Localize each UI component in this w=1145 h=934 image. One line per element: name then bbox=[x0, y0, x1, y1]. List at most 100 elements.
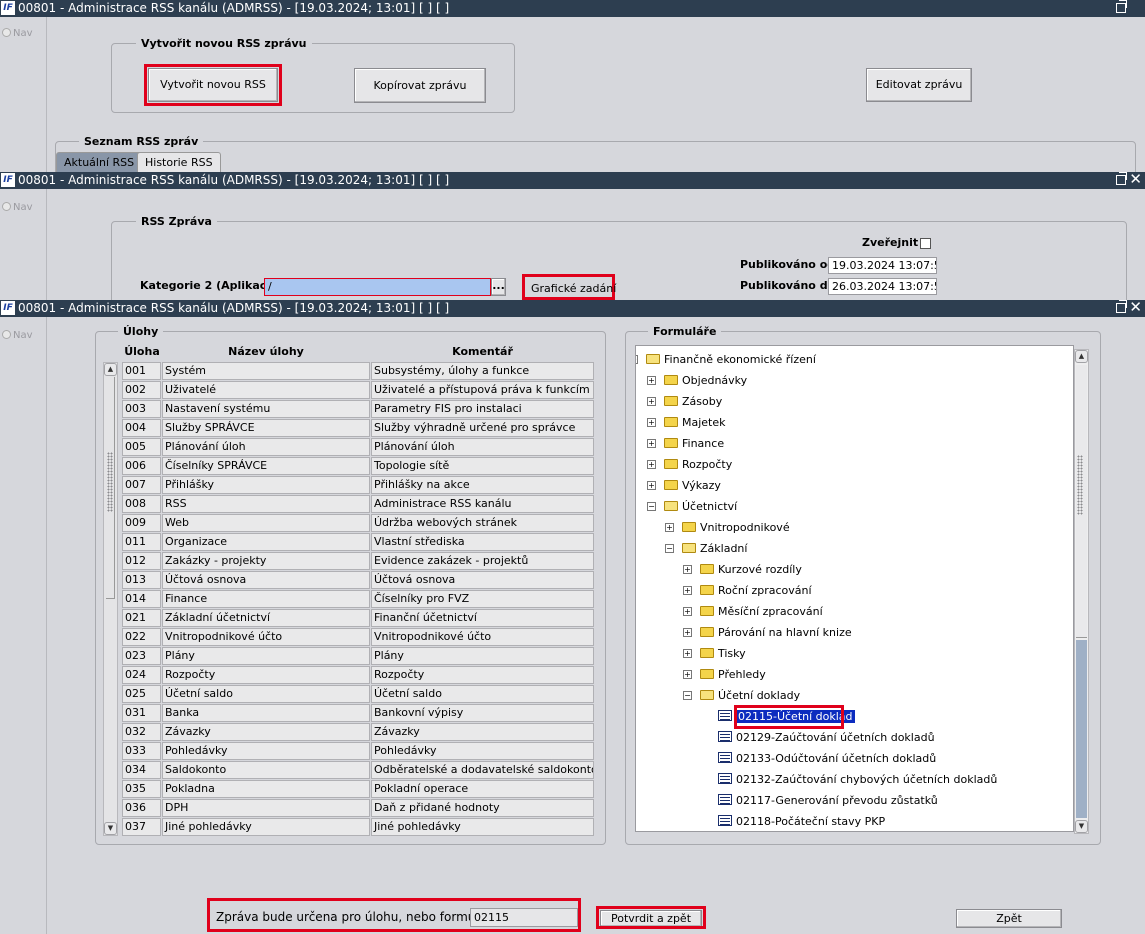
close-icon[interactable]: ✕ bbox=[1129, 300, 1142, 316]
table-row[interactable]: 005 Plánování úloh Plánování úloh bbox=[122, 438, 595, 457]
tree-item-folder[interactable]: + Zásoby bbox=[647, 393, 722, 411]
table-row[interactable]: 024 Rozpočty Rozpočty bbox=[122, 666, 595, 685]
publish-checkbox[interactable] bbox=[920, 238, 931, 249]
back-button[interactable]: Zpět bbox=[956, 909, 1062, 928]
tree-item-folder[interactable]: + Majetek bbox=[647, 414, 726, 432]
expand-icon[interactable]: + bbox=[683, 607, 692, 616]
cell-comment[interactable]: Rozpočty bbox=[371, 666, 594, 684]
tree-item-folder[interactable]: + Objednávky bbox=[647, 372, 747, 390]
forms-tree[interactable]: − Finančně ekonomické řízení + Objednávky + Z… bbox=[635, 345, 1074, 832]
restore-icon[interactable] bbox=[1116, 300, 1127, 313]
expand-icon[interactable]: + bbox=[647, 460, 656, 469]
cell-task-name[interactable]: Jiné pohledávky bbox=[162, 818, 370, 836]
restore-icon[interactable] bbox=[1116, 0, 1127, 13]
scroll-down-icon[interactable]: ▼ bbox=[1075, 820, 1088, 833]
table-row[interactable]: 037 Jiné pohledávky Jiné pohledávky bbox=[122, 818, 595, 837]
tree-item-form[interactable]: 02118-Počáteční stavy PKP bbox=[718, 813, 885, 831]
cell-comment[interactable]: Plány bbox=[371, 647, 594, 665]
cell-task-name[interactable]: Služby SPRÁVCE bbox=[162, 419, 370, 437]
table-row[interactable]: 008 RSS Administrace RSS kanálu bbox=[122, 495, 595, 514]
cell-task-code[interactable]: 011 bbox=[122, 533, 161, 551]
cell-comment[interactable]: Finanční účetnictví bbox=[371, 609, 594, 627]
cell-task-name[interactable]: Číselníky SPRÁVCE bbox=[162, 457, 370, 475]
table-row[interactable]: 035 Pokladna Pokladní operace bbox=[122, 780, 595, 799]
category-lov-button[interactable]: ... bbox=[491, 278, 506, 296]
cell-task-name[interactable]: Účetní saldo bbox=[162, 685, 370, 703]
close-icon[interactable]: ✕ bbox=[1129, 172, 1142, 188]
cell-task-name[interactable]: Plány bbox=[162, 647, 370, 665]
collapse-icon[interactable]: − bbox=[683, 691, 692, 700]
window-1-titlebar[interactable]: IF 00801 - Administrace RSS kanálu (ADMR… bbox=[0, 0, 1145, 17]
cell-task-name[interactable]: Přihlášky bbox=[162, 476, 370, 494]
cell-comment[interactable]: Evidence zakázek - projektů bbox=[371, 552, 594, 570]
cell-task-code[interactable]: 008 bbox=[122, 495, 161, 513]
tab-current-rss[interactable]: Aktuální RSS bbox=[56, 152, 143, 172]
cell-task-code[interactable]: 005 bbox=[122, 438, 161, 456]
cell-task-name[interactable]: Plánování úloh bbox=[162, 438, 370, 456]
scroll-track[interactable] bbox=[1076, 640, 1087, 818]
cell-task-name[interactable]: Rozpočty bbox=[162, 666, 370, 684]
expand-icon[interactable]: + bbox=[647, 418, 656, 427]
cell-task-name[interactable]: Základní účetnictví bbox=[162, 609, 370, 627]
scroll-down-icon[interactable]: ▼ bbox=[104, 822, 117, 835]
cell-comment[interactable]: Plánování úloh bbox=[371, 438, 594, 456]
restore-icon[interactable] bbox=[1116, 172, 1127, 185]
tree-item-folder[interactable]: + Párování na hlavní knize bbox=[683, 624, 852, 642]
expand-icon[interactable]: + bbox=[647, 376, 656, 385]
expand-icon[interactable]: + bbox=[683, 628, 692, 637]
cell-task-name[interactable]: Uživatelé bbox=[162, 381, 370, 399]
tree-item-form[interactable]: 02129-Zaúčtování účetních dokladů bbox=[718, 729, 935, 747]
collapse-icon[interactable]: − bbox=[665, 544, 674, 553]
tree-item-folder[interactable]: − Účetnictví bbox=[647, 498, 737, 516]
tree-item-folder[interactable]: + Tisky bbox=[683, 645, 746, 663]
cell-task-code[interactable]: 014 bbox=[122, 590, 161, 608]
nav-button[interactable]: Nav bbox=[2, 28, 33, 39]
cell-task-name[interactable]: Organizace bbox=[162, 533, 370, 551]
expand-icon[interactable]: + bbox=[665, 523, 674, 532]
cell-task-code[interactable]: 022 bbox=[122, 628, 161, 646]
tree-scrollbar[interactable]: ▲ ▼ bbox=[1074, 349, 1089, 834]
published-from-field[interactable]: 19.03.2024 13:07:59 bbox=[828, 257, 937, 274]
cell-task-name[interactable]: Saldokonto bbox=[162, 761, 370, 779]
table-row[interactable]: 023 Plány Plány bbox=[122, 647, 595, 666]
table-row[interactable]: 022 Vnitropodnikové účto Vnitropodnikové ú… bbox=[122, 628, 595, 647]
table-row[interactable]: 014 Finance Číselníky pro FVZ bbox=[122, 590, 595, 609]
table-row[interactable]: 009 Web Údržba webových stránek bbox=[122, 514, 595, 533]
table-row[interactable]: 025 Účetní saldo Účetní saldo bbox=[122, 685, 595, 704]
cell-task-name[interactable]: Pohledávky bbox=[162, 742, 370, 760]
tree-item-form[interactable]: 02117-Generování převodu zůstatků bbox=[718, 792, 938, 810]
cell-task-name[interactable]: Zakázky - projekty bbox=[162, 552, 370, 570]
cell-task-code[interactable]: 021 bbox=[122, 609, 161, 627]
cell-task-name[interactable]: Banka bbox=[162, 704, 370, 722]
cell-task-code[interactable]: 004 bbox=[122, 419, 161, 437]
graphic-input-button[interactable]: Grafické zadání bbox=[531, 282, 616, 295]
cell-task-code[interactable]: 036 bbox=[122, 799, 161, 817]
table-row[interactable]: 021 Základní účetnictví Finanční účetnictv… bbox=[122, 609, 595, 628]
cell-task-name[interactable]: Pokladna bbox=[162, 780, 370, 798]
expand-icon[interactable]: + bbox=[683, 649, 692, 658]
cell-task-code[interactable]: 023 bbox=[122, 647, 161, 665]
expand-icon[interactable]: + bbox=[683, 670, 692, 679]
table-row[interactable]: 004 Služby SPRÁVCE Služby výhradně určené … bbox=[122, 419, 595, 438]
tree-item-folder[interactable]: + Rozpočty bbox=[647, 456, 732, 474]
table-row[interactable]: 001 Systém Subsystémy, úlohy a funkce bbox=[122, 362, 595, 381]
scroll-up-icon[interactable]: ▲ bbox=[104, 363, 117, 376]
tree-item-folder[interactable]: + Kurzové rozdíly bbox=[683, 561, 802, 579]
table-row[interactable]: 036 DPH Daň z přidané hodnoty bbox=[122, 799, 595, 818]
cell-comment[interactable]: Údržba webových stránek bbox=[371, 514, 594, 532]
cell-task-code[interactable]: 032 bbox=[122, 723, 161, 741]
expand-icon[interactable]: + bbox=[683, 565, 692, 574]
table-row[interactable]: 012 Zakázky - projekty Evidence zakázek - … bbox=[122, 552, 595, 571]
copy-message-button[interactable]: Kopírovat zprávu bbox=[354, 68, 486, 103]
cell-task-code[interactable]: 025 bbox=[122, 685, 161, 703]
cell-comment[interactable]: Pokladní operace bbox=[371, 780, 594, 798]
cell-task-code[interactable]: 024 bbox=[122, 666, 161, 684]
tree-item-folder[interactable]: − Finančně ekonomické řízení bbox=[636, 351, 816, 369]
cell-task-code[interactable]: 033 bbox=[122, 742, 161, 760]
cell-comment[interactable]: Uživatelé a přístupová práva k funkcím bbox=[371, 381, 594, 399]
expand-icon[interactable]: + bbox=[683, 586, 692, 595]
cell-task-code[interactable]: 007 bbox=[122, 476, 161, 494]
cell-comment[interactable]: Číselníky pro FVZ bbox=[371, 590, 594, 608]
cell-task-code[interactable]: 031 bbox=[122, 704, 161, 722]
table-row[interactable]: 011 Organizace Vlastní střediska bbox=[122, 533, 595, 552]
